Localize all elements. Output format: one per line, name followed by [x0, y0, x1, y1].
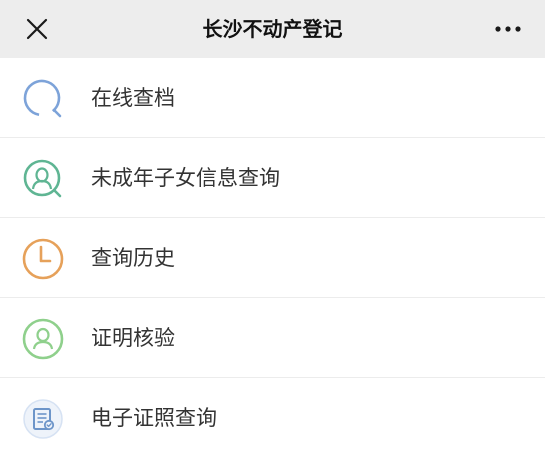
menu-item-label: 电子证照查询	[91, 406, 217, 430]
person-search-icon	[23, 159, 62, 198]
menu-item-minor-children-query[interactable]: 未成年子女信息查询	[0, 138, 545, 218]
menu-item-online-archive[interactable]: 在线查档	[0, 58, 545, 138]
clock-icon	[22, 238, 64, 280]
page-title: 长沙不动产登记	[202, 17, 343, 41]
menu-item-e-certificate-query[interactable]: 电子证照查询	[0, 378, 545, 458]
menu-item-label: 证明核验	[91, 326, 175, 350]
search-icon	[23, 79, 62, 118]
menu-item-label: 在线查档	[91, 86, 175, 110]
menu-item-query-history[interactable]: 查询历史	[0, 218, 545, 298]
person-verify-icon	[22, 318, 64, 360]
menu-list: 在线查档 未成年子女信息查询 查询历史 证明核验 电子证照查询	[0, 58, 545, 458]
menu-item-label: 未成年子女信息查询	[91, 166, 280, 190]
menu-item-certificate-verification[interactable]: 证明核验	[0, 298, 545, 378]
more-options-icon[interactable]	[493, 16, 523, 42]
close-icon[interactable]	[24, 16, 50, 42]
document-icon	[23, 399, 63, 439]
nav-bar: 长沙不动产登记	[0, 0, 545, 58]
menu-item-label: 查询历史	[91, 246, 175, 270]
